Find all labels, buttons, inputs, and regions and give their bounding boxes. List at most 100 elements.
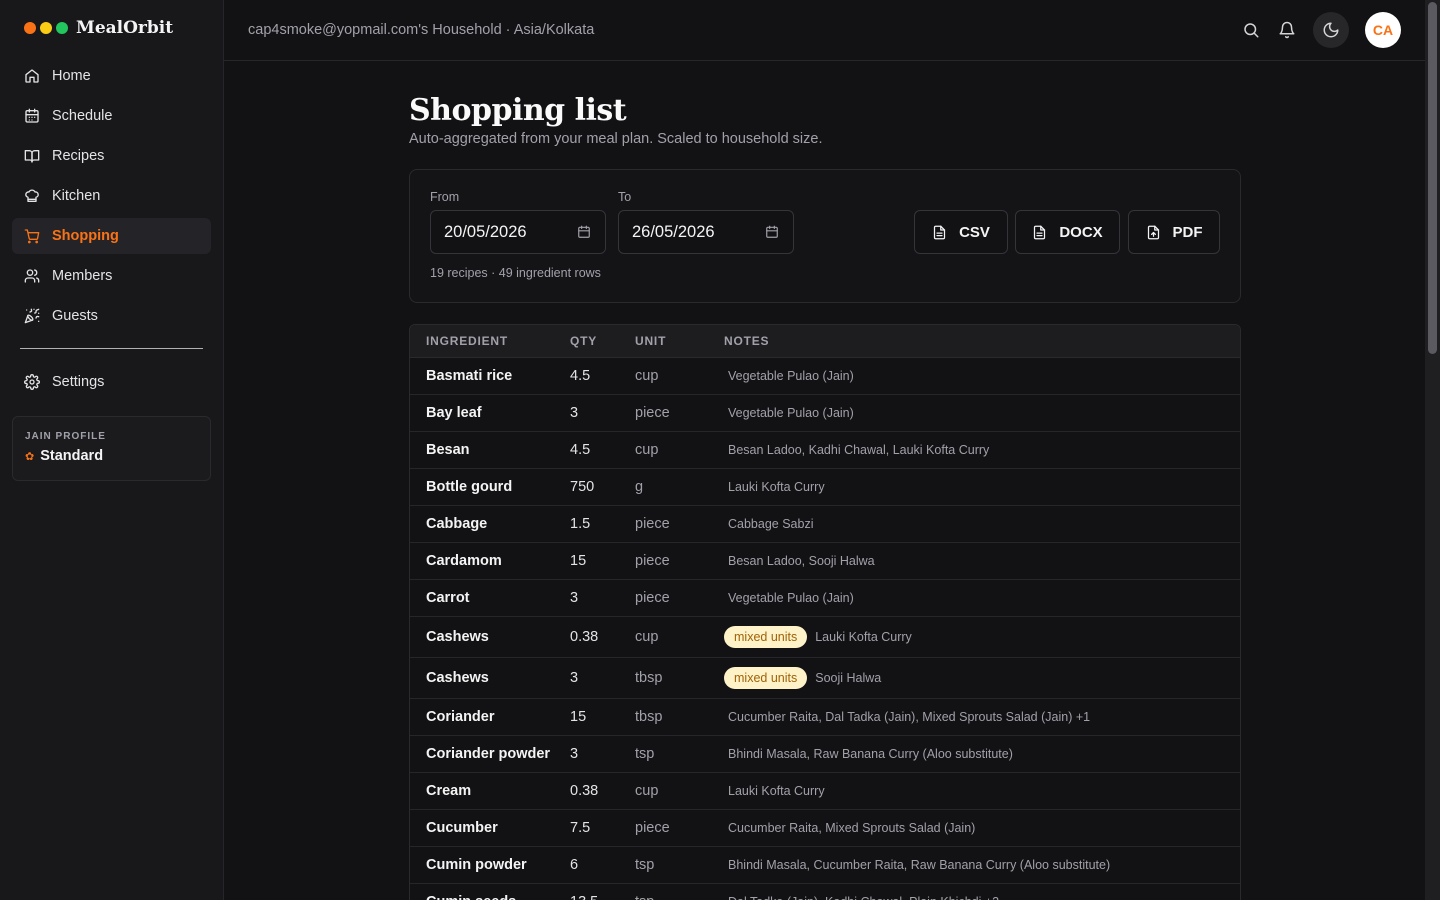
qty-cell: 15: [570, 709, 587, 725]
brand-name: MealOrbit: [76, 18, 174, 38]
to-date-input[interactable]: 26/05/2026: [618, 210, 794, 254]
sidebar-item-label: Kitchen: [52, 188, 101, 204]
ingredient-cell: Cashews: [426, 629, 489, 645]
ingredient-cell: Cardamom: [426, 553, 502, 569]
notes-cell: Lauki Kofta Curry: [724, 480, 1240, 494]
brand[interactable]: MealOrbit: [0, 0, 223, 56]
unit-cell: cup: [635, 629, 659, 645]
theme-toggle-button[interactable]: [1313, 12, 1349, 48]
from-label: From: [430, 190, 460, 204]
table-row: Coriander powder 3 tsp Bhindi Masala, Raw B…: [410, 736, 1240, 773]
ingredient-cell: Cumin seeds: [410, 894, 570, 900]
column-header-ingredient[interactable]: INGREDIENT: [410, 334, 570, 348]
qty-cell: 0.38: [570, 783, 599, 799]
export-docx-button[interactable]: DOCX: [1015, 210, 1120, 254]
notes-text: Lauki Kofta Curry: [728, 480, 825, 494]
column-header-notes[interactable]: NOTES: [724, 334, 1240, 348]
sidebar-item-label: Schedule: [52, 108, 113, 124]
unit-cell: cup: [635, 368, 659, 384]
jain-profile-card[interactable]: JAIN PROFILE ✿ Standard: [12, 416, 211, 481]
notes-text: Dal Tadka (Jain), Kadhi Chawal, Plain Kh…: [724, 895, 999, 900]
export-csv-label: CSV: [959, 223, 990, 241]
ingredient-cell: Cashews: [426, 670, 489, 686]
table-row: Besan 4.5 cup Besan Ladoo, Kadhi Chawal, La…: [410, 432, 1240, 469]
search-icon: [1244, 23, 1259, 38]
cart-icon: [24, 229, 40, 244]
table-row: Cream 0.38 cup Lauki Kofta Curry: [410, 773, 1240, 810]
sidebar-item-label: Members: [52, 268, 113, 284]
moon-icon: [1323, 22, 1339, 38]
notes-text: Vegetable Pulao (Jain): [728, 406, 854, 420]
ingredient-cell: Bay leaf: [426, 405, 482, 421]
ingredient-cell: Cabbage: [426, 516, 488, 532]
ingredient-cell: Bottle gourd: [426, 479, 513, 495]
notes-text: Lauki Kofta Curry: [728, 784, 825, 798]
qty-cell: 750: [570, 479, 595, 495]
ingredient-cell: Besan: [426, 442, 470, 458]
notes-cell: Vegetable Pulao (Jain): [724, 369, 1240, 383]
export-pdf-button[interactable]: PDF: [1128, 210, 1220, 254]
search-button[interactable]: [1233, 12, 1269, 48]
notes-cell: Cabbage Sabzi: [724, 517, 1240, 531]
profile-value-text: Standard: [40, 448, 104, 464]
unit-cell: piece: [635, 553, 670, 569]
sidebar-item-shopping[interactable]: Shopping: [12, 218, 211, 254]
filter-card: From 20/05/2026 To 26/05/2026 CSV DOCX P…: [409, 169, 1241, 303]
qty-cell: 15: [570, 553, 587, 569]
table-row: Cashews 0.38 cup mixed units Lauki Kofta Cur…: [410, 617, 1240, 658]
unit-cell: cup: [635, 442, 659, 458]
unit-cell: piece: [635, 405, 670, 421]
scrollbar-thumb[interactable]: [1428, 2, 1437, 354]
unit-cell: piece: [635, 820, 670, 836]
sidebar-item-recipes[interactable]: Recipes: [12, 138, 211, 174]
from-date-input[interactable]: 20/05/2026: [430, 210, 606, 254]
unit-cell: piece: [635, 516, 670, 532]
unit-cell: tbsp: [635, 670, 663, 686]
notes-text: Vegetable Pulao (Jain): [728, 591, 854, 605]
sidebar-item-schedule[interactable]: Schedule: [12, 98, 211, 134]
notes-cell: mixed units Sooji Halwa: [724, 667, 1240, 689]
chef-hat-icon: [25, 189, 39, 202]
notes-cell: Besan Ladoo, Sooji Halwa: [724, 554, 1240, 568]
sidebar-item-settings[interactable]: Settings: [12, 364, 211, 400]
ingredient-cell: Coriander powder: [426, 746, 551, 762]
notes-cell: Cucumber Raita, Dal Tadka (Jain), Mixed …: [724, 710, 1240, 724]
page-scrollbar[interactable]: [1425, 0, 1440, 900]
ingredient-cell: Coriander: [426, 709, 495, 725]
sidebar-item-kitchen[interactable]: Kitchen: [12, 178, 211, 214]
export-pdf-label: PDF: [1172, 223, 1203, 241]
table-row: Bottle gourd 750 g Lauki Kofta Curry: [410, 469, 1240, 506]
qty-cell: 4.5: [570, 442, 591, 458]
topbar: cap4smoke@yopmail.com's Household · Asia…: [224, 0, 1425, 61]
sidebar-nav: Home Schedule Recipes Kitchen Shopping M…: [0, 58, 223, 400]
mixed-units-badge: mixed units: [724, 667, 808, 689]
calendar-icon[interactable]: [577, 225, 591, 239]
notifications-button[interactable]: [1269, 12, 1305, 48]
qty-cell: 1.5: [570, 516, 591, 532]
notes-cell: Lauki Kofta Curry: [724, 784, 1240, 798]
household-label: cap4smoke@yopmail.com's Household · Asia…: [248, 22, 595, 38]
calendar-icon: [25, 108, 39, 123]
notes-text: Bhindi Masala, Cucumber Raita, Raw Banan…: [728, 858, 1111, 872]
notes-cell: Besan Ladoo, Kadhi Chawal, Lauki Kofta C…: [724, 443, 1240, 457]
column-header-unit[interactable]: UNIT: [635, 334, 724, 348]
unit-cell: tsp: [635, 894, 724, 900]
ingredient-cell: Cumin powder: [426, 857, 527, 873]
user-avatar[interactable]: CA: [1365, 12, 1401, 48]
qty-cell: 3: [570, 405, 579, 421]
calendar-icon[interactable]: [765, 225, 779, 239]
export-csv-button[interactable]: CSV: [914, 210, 1008, 254]
column-header-qty[interactable]: QTY: [570, 334, 635, 348]
qty-cell: 13.5: [570, 894, 635, 900]
sidebar-item-guests[interactable]: Guests: [12, 298, 211, 334]
top-actions: CA: [1233, 12, 1401, 48]
sidebar-item-label: Settings: [52, 374, 105, 390]
sidebar-item-label: Guests: [52, 308, 98, 324]
brand-logo: [24, 22, 68, 34]
notes-text: Cabbage Sabzi: [728, 517, 814, 531]
sidebar-item-home[interactable]: Home: [12, 58, 211, 94]
sidebar-item-members[interactable]: Members: [12, 258, 211, 294]
party-icon: [24, 308, 40, 324]
export-docx-label: DOCX: [1059, 223, 1103, 241]
qty-cell: 7.5: [570, 820, 591, 836]
